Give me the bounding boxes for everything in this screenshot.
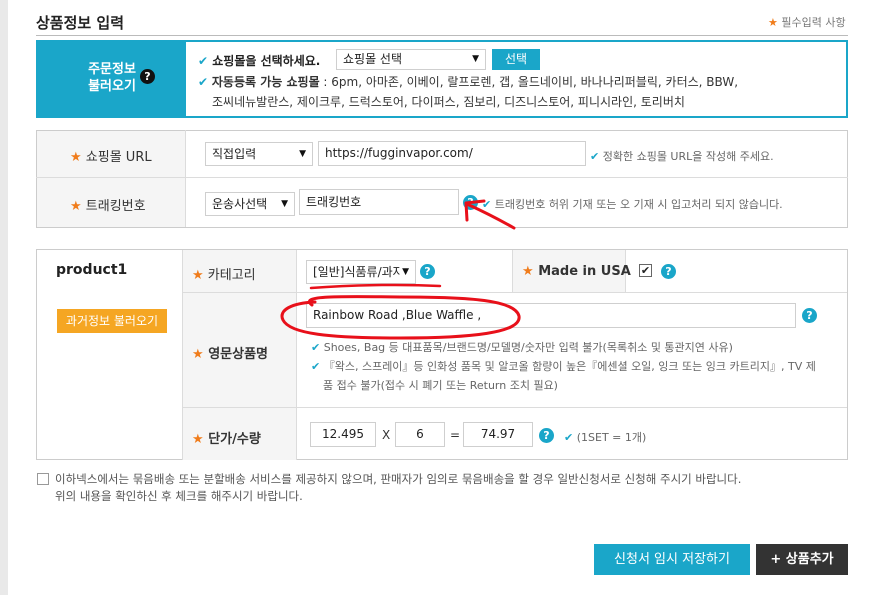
price-label: ★ 단가/수량 (192, 428, 261, 447)
category-help-icon[interactable]: ? (420, 264, 435, 279)
category-select[interactable]: [일반]식품류/과자 ▼ (306, 260, 416, 284)
price-label-text: 단가/수량 (208, 432, 261, 447)
check-icon: ✔ (198, 54, 209, 68)
page-title: 상품정보 입력 (36, 14, 125, 32)
header-divider (36, 35, 848, 36)
product-grid-mid-divider (512, 250, 513, 293)
required-note: ★ 필수입력 사항 (768, 14, 846, 30)
star-icon: ★ (768, 16, 778, 29)
url-hint-text: 정확한 쇼핑몰 URL을 작성해 주세요. (602, 150, 774, 163)
made-in-usa-label-text: Made in USA (538, 264, 631, 279)
made-in-usa-checkbox[interactable]: ✔ (639, 264, 652, 277)
table-label-divider (185, 130, 186, 228)
agreement-text-2: 위의 내용을 확인하신 후 체크를 해주시기 바랍니다. (55, 489, 303, 503)
check-icon: ✔ (564, 431, 574, 444)
eng-name-hint-3: 품 접수 불가(접수 시 폐기 또는 Return 조치 필요) (323, 379, 558, 392)
table-mid-border (36, 177, 848, 178)
eng-name-hint-2: ✔ 『왁스, 스프레이』등 인화성 품목 및 알코올 함량이 높은『에센셜 오일… (311, 358, 816, 374)
equals-sign: = (450, 428, 461, 442)
category-select-value: [일반]식품류/과자 (313, 265, 404, 279)
price-help-icon[interactable]: ? (539, 428, 554, 443)
eng-name-input[interactable]: Rainbow Road ,Blue Waffle , (306, 303, 796, 328)
chevron-down-icon: ▼ (472, 54, 479, 64)
past-info-button[interactable]: 과거정보 불러오기 (57, 309, 167, 333)
left-edge-bar (0, 0, 8, 595)
check-icon: ✔ (311, 360, 321, 373)
select-prompt: ✔ 쇼핑몰을 선택하세요. (198, 52, 320, 69)
agreement-checkbox[interactable] (37, 473, 49, 485)
auto-register-line2: 조씨네뉴발란스, 제이크루, 드럭스토어, 다이퍼스, 짐보리, 디즈니스토어,… (212, 95, 685, 109)
check-icon: ✔ (198, 75, 209, 89)
agreement-text-1: 이하넥스에서는 묶음배송 또는 분할배송 서비스를 제공하지 않으며, 판매자가… (55, 472, 742, 486)
made-in-usa-label: ★ Made in USA (522, 264, 631, 279)
auto-register-list-1: : 6pm, 아마존, 이베이, 랄프로렌, 갭, 올드네이비, 바나나리퍼블릭… (319, 75, 739, 89)
star-icon: ★ (192, 347, 204, 362)
tracking-hint: ✔ 트래킹번호 허위 기재 또는 오 기재 시 입고처리 되지 않습니다. (482, 196, 783, 212)
eng-name-hint-1: ✔ Shoes, Bag 등 대표품목/브랜드명/모델명/숫자만 입력 불가(목… (311, 339, 733, 355)
tracking-hint-text: 트래킹번호 허위 기재 또는 오 기재 시 입고처리 되지 않습니다. (494, 198, 783, 211)
set-hint-text: (1SET = 1개) (576, 431, 647, 444)
url-method-select[interactable]: 직접입력 ▼ (205, 142, 313, 166)
order-import-help-icon[interactable]: ? (140, 69, 155, 84)
auto-register-line1: ✔ 자동등록 가능 쇼핑몰 : 6pm, 아마존, 이베이, 랄프로렌, 갭, … (198, 73, 738, 90)
eng-name-help-icon[interactable]: ? (802, 308, 817, 323)
check-icon: ✔ (311, 341, 321, 354)
unit-price-input[interactable]: 12.495 (310, 422, 376, 447)
chevron-down-icon: ▼ (299, 149, 306, 159)
times-sign: X (382, 428, 391, 442)
check-icon: ✔ (482, 198, 492, 211)
url-input[interactable]: https://fugginvapor.com/ (318, 141, 586, 166)
url-label-text: 쇼핑몰 URL (85, 150, 152, 165)
eng-name-label: ★ 영문상품명 (192, 343, 268, 362)
product-row-divider-1 (182, 292, 847, 293)
category-label: ★ 카테고리 (192, 264, 256, 283)
tracking-label: ★ 트래킹번호 (70, 195, 146, 214)
tracking-input[interactable]: 트래킹번호 (299, 189, 459, 215)
chevron-down-icon: ▼ (281, 199, 288, 209)
table-right-border (847, 130, 848, 228)
add-product-button[interactable]: + 상품추가 (756, 544, 848, 575)
star-icon: ★ (70, 150, 82, 165)
mall-select[interactable]: 쇼핑몰 선택 ▼ (336, 49, 486, 70)
carrier-select-value: 운송사선택 (212, 197, 268, 211)
made-in-usa-help-icon[interactable]: ? (661, 264, 676, 279)
url-method-value: 직접입력 (212, 147, 257, 161)
set-hint: ✔ (1SET = 1개) (564, 429, 646, 445)
eng-name-hint-1-text: Shoes, Bag 등 대표품목/브랜드명/모델명/숫자만 입력 불가(목록취… (323, 341, 733, 354)
quantity-input[interactable]: 6 (395, 422, 445, 447)
select-prompt-text: 쇼핑몰을 선택하세요. (212, 54, 321, 68)
total-output: 74.97 (463, 422, 533, 447)
select-button[interactable]: 선택 (492, 49, 540, 70)
required-note-text: 필수입력 사항 (781, 16, 846, 29)
category-label-text: 카테고리 (207, 268, 256, 283)
product-grid-label-divider (296, 250, 297, 460)
star-icon: ★ (522, 264, 534, 279)
tracking-help-icon[interactable]: ? (463, 195, 478, 210)
chevron-down-icon: ▼ (400, 261, 409, 283)
star-icon: ★ (192, 268, 204, 283)
url-hint: ✔ 정확한 쇼핑몰 URL을 작성해 주세요. (590, 148, 774, 164)
tracking-label-text: 트래킹번호 (85, 199, 146, 214)
auto-register-label: 자동등록 가능 쇼핑몰 (211, 75, 320, 89)
table-bottom-border (36, 227, 848, 228)
check-icon: ✔ (590, 150, 600, 163)
product-row-divider-2 (182, 407, 847, 408)
save-draft-button[interactable]: 신청서 임시 저장하기 (594, 544, 750, 575)
table-left-border (36, 130, 37, 228)
mall-select-value: 쇼핑몰 선택 (343, 52, 403, 66)
product-name: product1 (56, 262, 128, 278)
star-icon: ★ (192, 432, 204, 447)
eng-name-label-text: 영문상품명 (208, 347, 268, 362)
eng-name-hint-2a-text: 『왁스, 스프레이』등 인화성 품목 및 알코올 함량이 높은『에센셜 오일, … (323, 360, 816, 373)
star-icon: ★ (70, 199, 82, 214)
carrier-select[interactable]: 운송사선택 ▼ (205, 192, 295, 216)
url-label: ★ 쇼핑몰 URL (70, 146, 152, 165)
